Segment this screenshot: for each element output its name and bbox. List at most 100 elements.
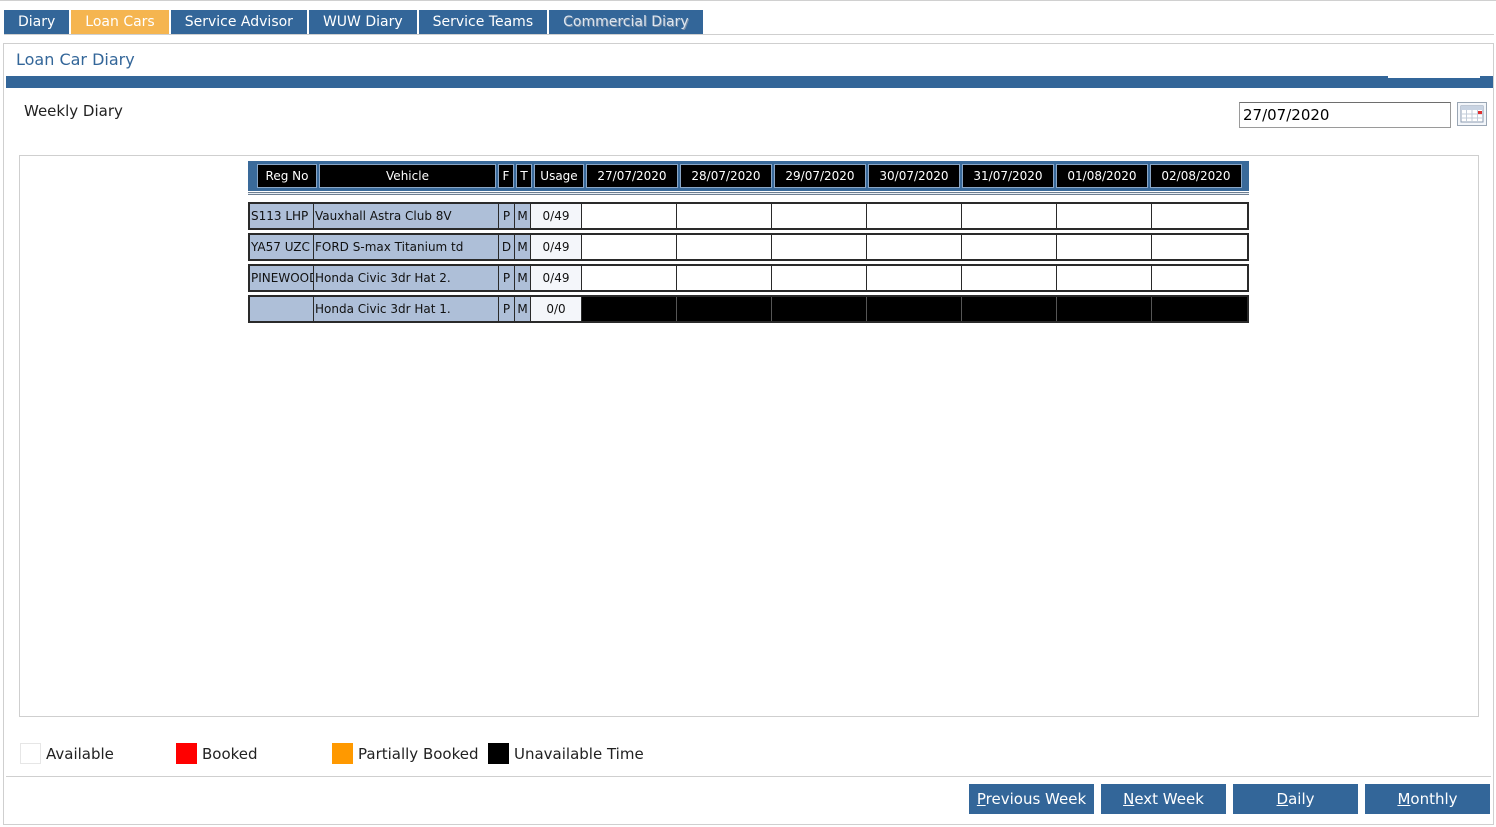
table-row: YA57 UZC FORD S-max Titanium td D M 0/49 (248, 233, 1249, 261)
header-f: F (498, 164, 514, 188)
day-slot[interactable] (1152, 235, 1247, 259)
header-day-7: 02/08/2020 (1150, 164, 1242, 188)
day-slot-unavailable[interactable] (677, 297, 772, 321)
monthly-button[interactable]: Monthly (1365, 784, 1490, 814)
day-slot-unavailable[interactable] (1057, 297, 1152, 321)
vehicle-cell[interactable]: Honda Civic 3dr Hat 2. (314, 266, 499, 290)
transmission-cell: M (515, 297, 531, 321)
day-slot-unavailable[interactable] (582, 297, 677, 321)
header-usage: Usage (534, 164, 584, 188)
legend-label: Unavailable Time (514, 744, 644, 763)
day-slot[interactable] (1057, 266, 1152, 290)
usage-cell: 0/0 (531, 297, 582, 321)
tab-loan-cars[interactable]: Loan Cars (71, 10, 169, 35)
day-slot-unavailable[interactable] (867, 297, 962, 321)
header-vehicle: Vehicle (319, 164, 496, 188)
transmission-cell: M (515, 204, 531, 228)
day-slot[interactable] (677, 266, 772, 290)
reg-no-cell[interactable]: YA57 UZC (250, 235, 314, 259)
day-slot[interactable] (582, 266, 677, 290)
fuel-cell: P (499, 204, 515, 228)
reg-no-cell[interactable]: PINEWOOD (250, 266, 314, 290)
header-day-5: 31/07/2020 (962, 164, 1054, 188)
table-row: PINEWOOD Honda Civic 3dr Hat 2. P M 0/49 (248, 264, 1249, 292)
previous-week-button[interactable]: Previous Week (969, 784, 1094, 814)
day-slot-unavailable[interactable] (1152, 297, 1247, 321)
legend-swatch-unavailable (488, 743, 509, 764)
title-bar-notch (1388, 76, 1480, 78)
legend-label: Available (46, 744, 114, 763)
reg-no-cell[interactable] (250, 297, 314, 321)
day-slot[interactable] (867, 235, 962, 259)
header-day-4: 30/07/2020 (868, 164, 960, 188)
calendar-button[interactable] (1457, 102, 1487, 126)
day-slot[interactable] (582, 235, 677, 259)
header-day-3: 29/07/2020 (774, 164, 866, 188)
fuel-cell: P (499, 266, 515, 290)
table-row: Honda Civic 3dr Hat 1. P M 0/0 (248, 295, 1249, 323)
fuel-cell: P (499, 297, 515, 321)
day-slot[interactable] (677, 235, 772, 259)
tab-underline (4, 34, 1494, 35)
day-slot[interactable] (1057, 204, 1152, 228)
day-slot-unavailable[interactable] (962, 297, 1057, 321)
grid-header: Reg No Vehicle F T Usage 27/07/2020 28/0… (248, 161, 1249, 191)
divider (6, 776, 1491, 777)
day-slot[interactable] (867, 266, 962, 290)
header-day-2: 28/07/2020 (680, 164, 772, 188)
day-slot[interactable] (867, 204, 962, 228)
tab-service-advisor[interactable]: Service Advisor (170, 10, 307, 35)
tab-commercial-diary[interactable]: Commercial Diary (549, 10, 703, 35)
day-slot[interactable] (1152, 204, 1247, 228)
grid-separator (248, 192, 1249, 195)
vehicle-cell[interactable]: Vauxhall Astra Club 8V (314, 204, 499, 228)
day-slot[interactable] (677, 204, 772, 228)
usage-cell: 0/49 (531, 235, 582, 259)
legend-swatch-available (20, 743, 41, 764)
next-week-button[interactable]: Next Week (1101, 784, 1226, 814)
table-row: S113 LHP Vauxhall Astra Club 8V P M 0/49 (248, 202, 1249, 230)
day-slot[interactable] (962, 266, 1057, 290)
fuel-cell: D (499, 235, 515, 259)
vehicle-cell[interactable]: Honda Civic 3dr Hat 1. (314, 297, 499, 321)
transmission-cell: M (515, 266, 531, 290)
header-t: T (516, 164, 532, 188)
daily-button[interactable]: Daily (1233, 784, 1358, 814)
day-slot-unavailable[interactable] (772, 297, 867, 321)
tab-wuw-diary[interactable]: WUW Diary (308, 10, 417, 35)
tab-bar: Diary Loan Cars Service Advisor WUW Diar… (4, 10, 705, 35)
legend-partially-booked: Partially Booked (332, 743, 488, 764)
title-bar (6, 76, 1493, 88)
header-reg-no: Reg No (257, 164, 317, 188)
header-day-1: 27/07/2020 (586, 164, 678, 188)
date-input[interactable] (1239, 102, 1451, 128)
day-slot[interactable] (962, 204, 1057, 228)
legend-swatch-partially-booked (332, 743, 353, 764)
page-title: Loan Car Diary (16, 50, 135, 69)
legend: Available Booked Partially Booked Unavai… (20, 743, 644, 764)
legend-booked: Booked (176, 743, 332, 764)
day-slot[interactable] (962, 235, 1057, 259)
tab-diary[interactable]: Diary (4, 10, 70, 35)
legend-available: Available (20, 743, 176, 764)
legend-unavailable-time: Unavailable Time (488, 743, 644, 764)
vehicle-cell[interactable]: FORD S-max Titanium td (314, 235, 499, 259)
header-day-6: 01/08/2020 (1056, 164, 1148, 188)
transmission-cell: M (515, 235, 531, 259)
legend-label: Booked (202, 744, 258, 763)
legend-swatch-booked (176, 743, 197, 764)
day-slot[interactable] (772, 235, 867, 259)
usage-cell: 0/49 (531, 204, 582, 228)
weekly-diary-label: Weekly Diary (24, 102, 123, 120)
legend-label: Partially Booked (358, 744, 479, 763)
day-slot[interactable] (1057, 235, 1152, 259)
day-slot[interactable] (772, 204, 867, 228)
day-slot[interactable] (582, 204, 677, 228)
day-slot[interactable] (1152, 266, 1247, 290)
day-slot[interactable] (772, 266, 867, 290)
calendar-icon (1458, 103, 1486, 125)
top-border (0, 0, 1496, 1)
tab-service-teams[interactable]: Service Teams (418, 10, 548, 35)
usage-cell: 0/49 (531, 266, 582, 290)
reg-no-cell[interactable]: S113 LHP (250, 204, 314, 228)
